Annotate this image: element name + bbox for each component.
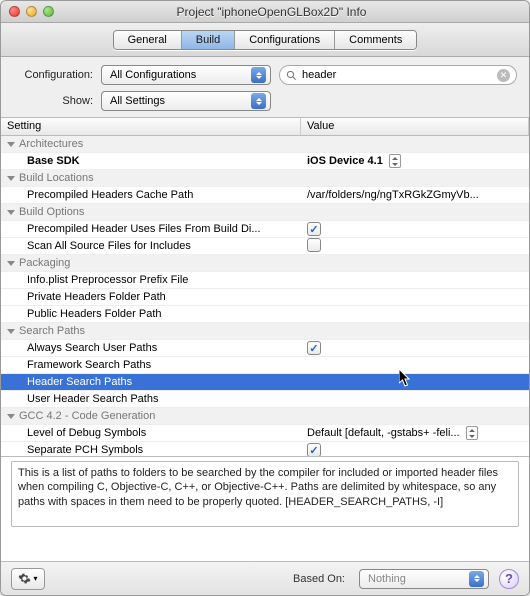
based-on-value: Nothing [368, 573, 406, 585]
titlebar: Project "iphoneOpenGLBox2D" Info [1, 1, 529, 23]
minimize-window-icon[interactable] [26, 6, 37, 17]
show-value: All Settings [110, 95, 165, 107]
table-body: Architectures Base SDK iOS Device 4.1 Bu… [1, 136, 529, 456]
zoom-window-icon[interactable] [43, 6, 54, 17]
configuration-label: Configuration: [13, 69, 93, 81]
search-input[interactable] [302, 69, 492, 81]
gear-icon [18, 572, 31, 585]
table-header: Setting Value [1, 118, 529, 136]
based-on-label: Based On: [293, 573, 345, 585]
help-button[interactable]: ? [499, 569, 519, 589]
checkbox[interactable] [307, 443, 321, 456]
tabbar: General Build Configurations Comments [1, 23, 529, 57]
row-base-sdk[interactable]: Base SDK iOS Device 4.1 [1, 153, 529, 170]
window-title: Project "iphoneOpenGLBox2D" Info [54, 5, 529, 19]
row-public-hdr[interactable]: Public Headers Folder Path [1, 306, 529, 323]
configuration-value: All Configurations [110, 69, 196, 81]
row-pch-uses[interactable]: Precompiled Header Uses Files From Build… [1, 221, 529, 238]
window-controls [1, 6, 54, 17]
row-debug-level[interactable]: Level of Debug Symbols Default [default,… [1, 425, 529, 442]
tab-segmented: General Build Configurations Comments [113, 30, 418, 50]
group-architectures[interactable]: Architectures [1, 136, 529, 153]
show-label: Show: [13, 95, 93, 107]
checkbox[interactable] [307, 238, 321, 252]
row-framework-search[interactable]: Framework Search Paths [1, 357, 529, 374]
show-select[interactable]: All Settings [101, 91, 271, 111]
search-icon [286, 70, 297, 81]
clear-search-icon[interactable]: ✕ [497, 69, 510, 82]
close-window-icon[interactable] [9, 6, 20, 17]
select-stepper-icon [251, 67, 266, 83]
setting-description: This is a list of paths to folders to be… [11, 461, 519, 527]
based-on-select[interactable]: Nothing [359, 569, 489, 589]
stepper-icon[interactable] [389, 154, 401, 168]
based-on: Based On: [293, 573, 349, 585]
group-build-locations[interactable]: Build Locations [1, 170, 529, 187]
row-user-header-search[interactable]: User Header Search Paths [1, 391, 529, 408]
group-packaging[interactable]: Packaging [1, 255, 529, 272]
stepper-icon[interactable] [466, 426, 478, 440]
configuration-select[interactable]: All Configurations [101, 65, 271, 85]
group-gcc-code[interactable]: GCC 4.2 - Code Generation [1, 408, 529, 425]
row-header-search[interactable]: Header Search Paths [1, 374, 529, 391]
column-setting[interactable]: Setting [1, 118, 301, 135]
row-pch-cache[interactable]: Precompiled Headers Cache Path /var/fold… [1, 187, 529, 204]
column-value[interactable]: Value [301, 118, 529, 135]
search-input-wrap[interactable]: ✕ [279, 65, 517, 85]
footer: Based On: Nothing ? [1, 561, 529, 595]
tab-comments[interactable]: Comments [335, 31, 416, 49]
tab-configurations[interactable]: Configurations [235, 31, 335, 49]
tab-general[interactable]: General [114, 31, 182, 49]
row-info-plist[interactable]: Info.plist Preprocessor Prefix File [1, 272, 529, 289]
tab-build[interactable]: Build [182, 31, 235, 49]
filter-bar: Configuration: All Configurations ✕ Show… [1, 57, 529, 117]
checkbox[interactable] [307, 222, 321, 236]
row-separate-pch[interactable]: Separate PCH Symbols [1, 442, 529, 456]
checkbox[interactable] [307, 341, 321, 355]
select-stepper-icon [469, 571, 484, 587]
row-scan-all[interactable]: Scan All Source Files for Includes [1, 238, 529, 255]
group-search-paths[interactable]: Search Paths [1, 323, 529, 340]
group-build-options[interactable]: Build Options [1, 204, 529, 221]
row-private-hdr[interactable]: Private Headers Folder Path [1, 289, 529, 306]
disclosure-triangle-icon [7, 142, 15, 147]
action-menu-button[interactable] [11, 568, 45, 590]
settings-table: Setting Value Architectures Base SDK iOS… [1, 117, 529, 457]
row-always-search[interactable]: Always Search User Paths [1, 340, 529, 357]
select-stepper-icon [251, 93, 266, 109]
